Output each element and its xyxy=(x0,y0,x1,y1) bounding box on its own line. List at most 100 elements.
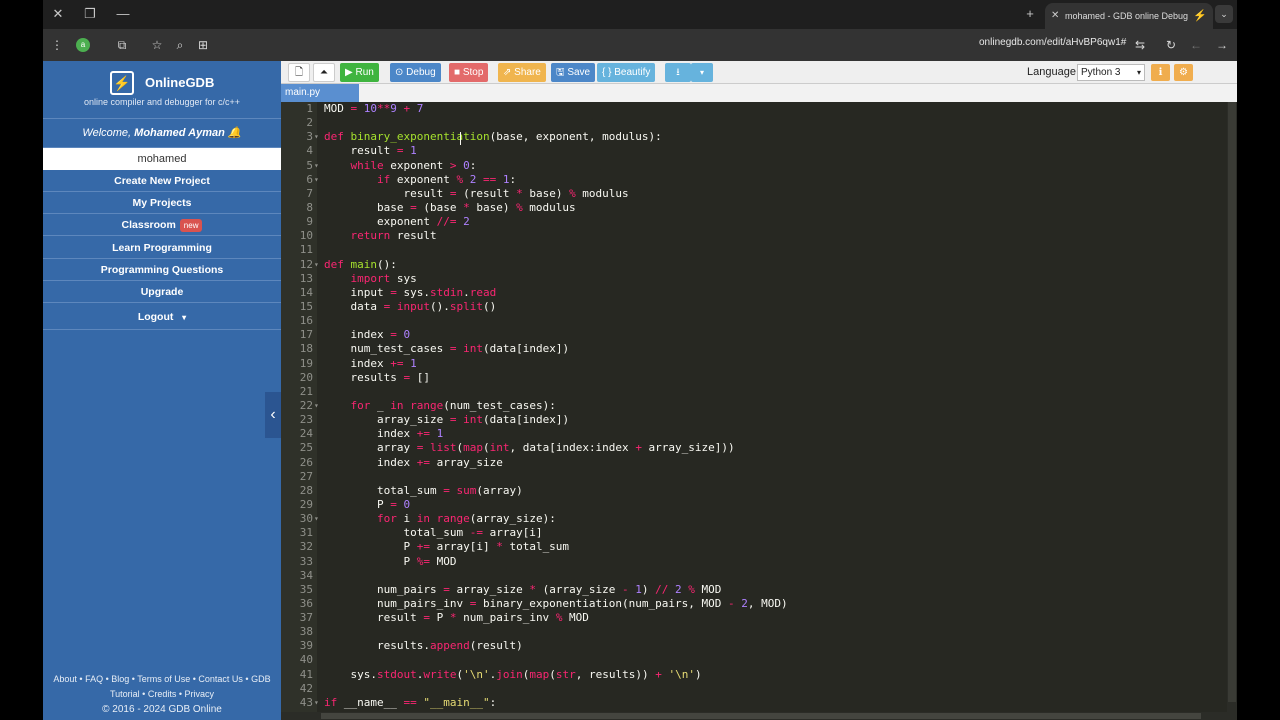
code-line[interactable]: 24 index += 1 xyxy=(281,427,1221,441)
browser-tab[interactable]: ✕ mohamed - GDB online Debug ⚡ xyxy=(1045,3,1213,29)
fold-arrow-icon[interactable]: ▾ xyxy=(314,696,319,710)
run-button[interactable]: ▶ Run xyxy=(340,63,379,82)
bookmark-star-icon[interactable]: ☆ xyxy=(147,35,167,55)
share-button[interactable]: ⇗ Share xyxy=(498,63,546,82)
code-line[interactable]: 13 import sys xyxy=(281,272,1221,286)
code-line[interactable]: 43 ▾ if __name__ == "__main__": xyxy=(281,696,1221,710)
horizontal-scrollbar[interactable] xyxy=(281,712,1227,720)
sidebar-item-learn-programming[interactable]: Learn Programming xyxy=(43,237,281,259)
code-editor[interactable]: 1 MOD = 10**9 + 7 2 3 ▾ def binary_exponentia… xyxy=(281,102,1237,720)
code-line[interactable]: 3 ▾ def binary_exponentiation(base, expone… xyxy=(281,130,1221,144)
debug-button[interactable]: ⊙ Debug xyxy=(390,63,441,82)
code-line[interactable]: 20 results = [] xyxy=(281,371,1221,385)
sidebar-item-my-projects[interactable]: My Projects xyxy=(43,192,281,214)
footer-links-2[interactable]: Tutorial • Credits • Privacy xyxy=(43,687,281,702)
code-line[interactable]: 22 ▾ for _ in range(num_test_cases): xyxy=(281,399,1221,413)
code-line[interactable]: 18 num_test_cases = int(data[index]) xyxy=(281,342,1221,356)
code-line[interactable]: 5 ▾ while exponent > 0: xyxy=(281,159,1221,173)
code-line[interactable]: 6 ▾ if exponent % 2 == 1: xyxy=(281,173,1221,187)
code-line[interactable]: 40 xyxy=(281,653,1221,667)
sidebar-item-classroom[interactable]: Classroom new xyxy=(43,214,281,236)
code-line[interactable]: 25 array = list(map(int, data[index:inde… xyxy=(281,441,1221,455)
forward-icon[interactable]: → xyxy=(1212,35,1232,55)
vertical-scrollbar[interactable] xyxy=(1227,102,1237,720)
bell-icon[interactable]: 🔔 xyxy=(228,127,242,139)
footer-links-1[interactable]: About • FAQ • Blog • Terms of Use • Cont… xyxy=(43,672,281,687)
site-settings-icon[interactable]: ⇆ xyxy=(1130,35,1150,55)
code-line[interactable]: 4 result = 1 xyxy=(281,144,1221,158)
new-file-icon[interactable]: 🗋 xyxy=(288,63,310,82)
fold-arrow-icon[interactable]: ▾ xyxy=(314,130,319,144)
code-line[interactable]: 30 ▾ for i in range(array_size): xyxy=(281,512,1221,526)
code-line[interactable]: 9 exponent //= 2 xyxy=(281,215,1221,229)
download-icon[interactable]: ⭳ xyxy=(665,63,691,82)
beautify-button[interactable]: { } Beautify xyxy=(597,63,656,82)
code-line[interactable]: 1 MOD = 10**9 + 7 xyxy=(281,102,1221,116)
address-bar[interactable]: onlinegdb.com/edit/aHvBP6qw1# xyxy=(979,37,1126,48)
code-line[interactable]: 16 xyxy=(281,314,1221,328)
info-icon[interactable]: ℹ xyxy=(1151,64,1170,81)
code-line[interactable]: 29 P = 0 xyxy=(281,498,1221,512)
code-line[interactable]: 41 sys.stdout.write('\n'.join(map(str, r… xyxy=(281,668,1221,682)
settings-gear-icon[interactable]: ⚙ xyxy=(1174,64,1193,81)
restore-window-icon[interactable]: ❐ xyxy=(79,4,101,24)
tab-search-chevron-icon[interactable]: ⌄ xyxy=(1215,5,1233,23)
code-line[interactable]: 19 index += 1 xyxy=(281,357,1221,371)
code-line[interactable]: 17 index = 0 xyxy=(281,328,1221,342)
code-line[interactable]: 35 num_pairs = array_size * (array_size … xyxy=(281,583,1221,597)
sidebar-item-programming-questions[interactable]: Programming Questions xyxy=(43,259,281,281)
code-line[interactable]: 38 xyxy=(281,625,1221,639)
extensions-icon[interactable]: ⧉ xyxy=(112,35,132,55)
minimize-window-icon[interactable]: — xyxy=(112,4,134,24)
code-line[interactable]: 28 total_sum = sum(array) xyxy=(281,484,1221,498)
code-line[interactable]: 15 data = input().split() xyxy=(281,300,1221,314)
vertical-scroll-thumb[interactable] xyxy=(1228,102,1236,702)
close-window-icon[interactable]: ✕ xyxy=(47,4,69,24)
code-line[interactable]: 39 results.append(result) xyxy=(281,639,1221,653)
code-line[interactable]: 11 xyxy=(281,243,1221,257)
reload-icon[interactable]: ↻ xyxy=(1161,35,1181,55)
sidebar-item-logout[interactable]: Logout ▾ xyxy=(43,304,281,330)
code-line[interactable]: 8 base = (base * base) % modulus xyxy=(281,201,1221,215)
language-select[interactable]: Python 3 ▾ xyxy=(1077,64,1145,81)
fold-arrow-icon[interactable]: ▾ xyxy=(314,159,319,173)
translate-icon[interactable]: ⊞ xyxy=(193,35,213,55)
code-line[interactable]: 23 array_size = int(data[index]) xyxy=(281,413,1221,427)
code-line[interactable]: 31 total_sum -= array[i] xyxy=(281,526,1221,540)
save-button[interactable]: 🖫 Save xyxy=(551,63,596,82)
code-line[interactable]: 36 num_pairs_inv = binary_exponentiation… xyxy=(281,597,1221,611)
code-line[interactable]: 34 xyxy=(281,569,1221,583)
stop-button[interactable]: ■ Stop xyxy=(449,63,489,82)
code-line[interactable]: 12 ▾ def main(): xyxy=(281,258,1221,272)
collapse-sidebar-chevron-icon[interactable]: ‹ xyxy=(265,392,281,438)
fold-arrow-icon[interactable]: ▾ xyxy=(314,512,319,526)
code-line[interactable]: 32 P += array[i] * total_sum xyxy=(281,540,1221,554)
code-line[interactable]: 37 result = P * num_pairs_inv % MOD xyxy=(281,611,1221,625)
upload-file-icon[interactable]: ⏶ xyxy=(313,63,335,82)
code-line[interactable]: 7 result = (result * base) % modulus xyxy=(281,187,1221,201)
download-menu-caret-icon[interactable]: ▾ xyxy=(691,63,713,82)
code-line[interactable]: 42 xyxy=(281,682,1221,696)
code-line[interactable]: 10 return result xyxy=(281,229,1221,243)
profile-avatar[interactable]: a xyxy=(76,38,90,52)
code-line[interactable]: 33 P %= MOD xyxy=(281,555,1221,569)
sidebar-item-create-new-project[interactable]: Create New Project xyxy=(43,170,281,192)
fold-arrow-icon[interactable]: ▾ xyxy=(314,258,319,272)
code-line[interactable]: 14 input = sys.stdin.read xyxy=(281,286,1221,300)
code-line[interactable]: 27 xyxy=(281,470,1221,484)
back-icon[interactable]: ← xyxy=(1186,35,1206,55)
fold-arrow-icon[interactable]: ▾ xyxy=(314,173,319,187)
sidebar-item-upgrade[interactable]: Upgrade xyxy=(43,281,281,303)
code-line[interactable]: 21 xyxy=(281,385,1221,399)
username-display[interactable]: mohamed xyxy=(43,148,281,170)
fold-arrow-icon[interactable]: ▾ xyxy=(314,399,319,413)
code-line[interactable]: 26 index += array_size xyxy=(281,456,1221,470)
horizontal-scroll-thumb[interactable] xyxy=(321,713,1201,719)
menu-dots-icon[interactable]: ⋮ xyxy=(47,35,67,55)
code-area[interactable]: 1 MOD = 10**9 + 7 2 3 ▾ def binary_exponentia… xyxy=(281,102,1221,720)
onlinegdb-logo-icon[interactable]: ⚡ xyxy=(110,71,134,95)
zoom-icon[interactable]: ⌕ xyxy=(170,35,190,55)
code-line[interactable]: 2 xyxy=(281,116,1221,130)
new-tab-icon[interactable]: + xyxy=(1019,4,1041,24)
file-tab-main-py[interactable]: main.py xyxy=(281,84,359,102)
